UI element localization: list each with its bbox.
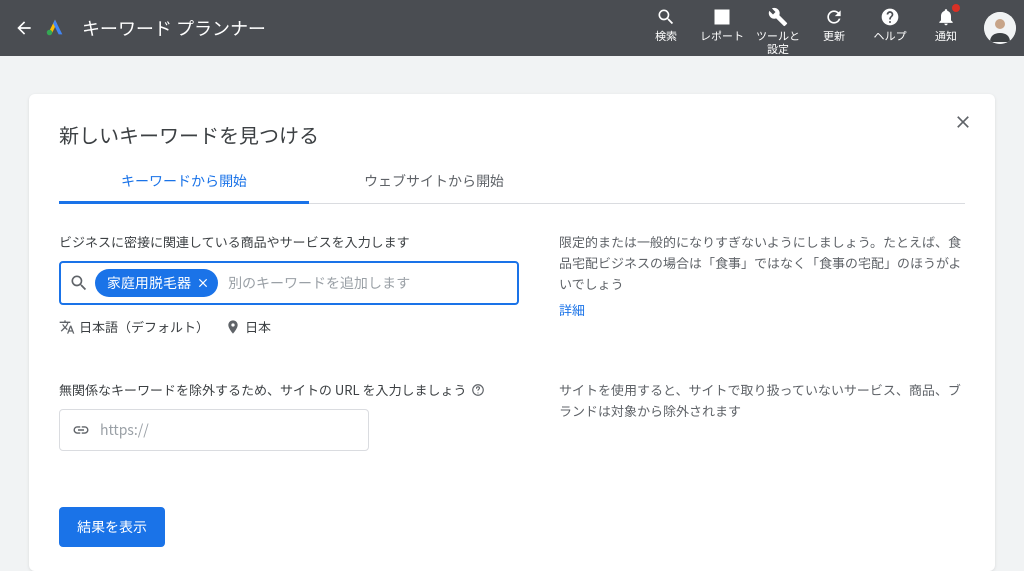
- close-icon: [196, 276, 210, 290]
- tool-label: レポート: [700, 30, 744, 43]
- link-icon: [72, 421, 90, 439]
- tool-help[interactable]: ヘルプ: [862, 0, 918, 43]
- keyword-tip-text: 限定的または一般的になりすぎないようにしましょう。たとえば、食品宅配ビジネスの場…: [559, 232, 965, 294]
- refresh-icon: [823, 6, 845, 28]
- keyword-chip: 家庭用脱毛器: [95, 269, 218, 297]
- close-button[interactable]: [953, 112, 975, 134]
- url-field-label-text: 無関係なキーワードを除外するため、サイトの URL を入力しましょう: [59, 380, 467, 399]
- language-label: 日本語（デフォルト）: [79, 317, 209, 336]
- chip-remove-button[interactable]: [196, 276, 210, 290]
- header-tools: 検索 レポート ツールと 設定 更新 ヘルプ 通知: [638, 0, 974, 56]
- url-value: https://: [100, 420, 149, 440]
- url-tip-text: サイトを使用すると、サイトで取り扱っていないサービス、商品、ブランドは対象から除…: [559, 380, 965, 422]
- keyword-input-box[interactable]: 家庭用脱毛器: [59, 261, 519, 305]
- location-icon: [225, 319, 241, 335]
- keyword-text-input[interactable]: [224, 269, 509, 297]
- tool-label: ヘルプ: [874, 30, 907, 43]
- translate-icon: [59, 319, 75, 335]
- reports-icon: [711, 6, 733, 28]
- tip-details-link[interactable]: 詳細: [559, 300, 585, 321]
- help-icon: [879, 6, 901, 28]
- tool-label: 通知: [935, 30, 957, 43]
- start-tabs: キーワードから開始 ウェブサイトから開始: [59, 163, 965, 204]
- app-title: キーワード プランナー: [82, 15, 266, 41]
- tool-label: 検索: [655, 30, 677, 43]
- wrench-icon: [767, 6, 789, 28]
- tab-start-by-keyword[interactable]: キーワードから開始: [59, 163, 309, 203]
- url-field-label: 無関係なキーワードを除外するため、サイトの URL を入力しましょう: [59, 380, 519, 399]
- notification-badge: [952, 4, 960, 12]
- tool-label: ツールと 設定: [756, 30, 800, 56]
- show-results-button[interactable]: 結果を表示: [59, 507, 165, 547]
- tool-refresh[interactable]: 更新: [806, 0, 862, 43]
- keyword-field-label: ビジネスに密接に関連している商品やサービスを入力します: [59, 232, 519, 251]
- user-avatar[interactable]: [984, 12, 1016, 44]
- close-icon: [953, 112, 973, 132]
- tool-notifications[interactable]: 通知: [918, 0, 974, 43]
- tool-tools-settings[interactable]: ツールと 設定: [750, 0, 806, 56]
- card-heading: 新しいキーワードを見つける: [59, 120, 965, 149]
- tab-start-by-website[interactable]: ウェブサイトから開始: [309, 163, 559, 203]
- keyword-planner-card: 新しいキーワードを見つける キーワードから開始 ウェブサイトから開始 ビジネスに…: [29, 94, 995, 571]
- tool-search[interactable]: 検索: [638, 0, 694, 43]
- location-label: 日本: [245, 317, 271, 336]
- language-selector[interactable]: 日本語（デフォルト）: [59, 317, 209, 336]
- search-icon: [655, 6, 677, 28]
- google-ads-logo: [44, 16, 68, 40]
- back-button[interactable]: [12, 16, 36, 40]
- tool-label: 更新: [823, 30, 845, 43]
- help-icon[interactable]: [471, 383, 485, 397]
- tool-reports[interactable]: レポート: [694, 0, 750, 43]
- avatar-icon: [984, 12, 1016, 44]
- site-url-input[interactable]: https://: [59, 409, 369, 451]
- search-icon: [69, 273, 89, 293]
- app-header: キーワード プランナー 検索 レポート ツールと 設定 更新 ヘルプ 通知: [0, 0, 1024, 56]
- chip-label: 家庭用脱毛器: [107, 273, 191, 293]
- location-selector[interactable]: 日本: [225, 317, 271, 336]
- arrow-left-icon: [14, 18, 34, 38]
